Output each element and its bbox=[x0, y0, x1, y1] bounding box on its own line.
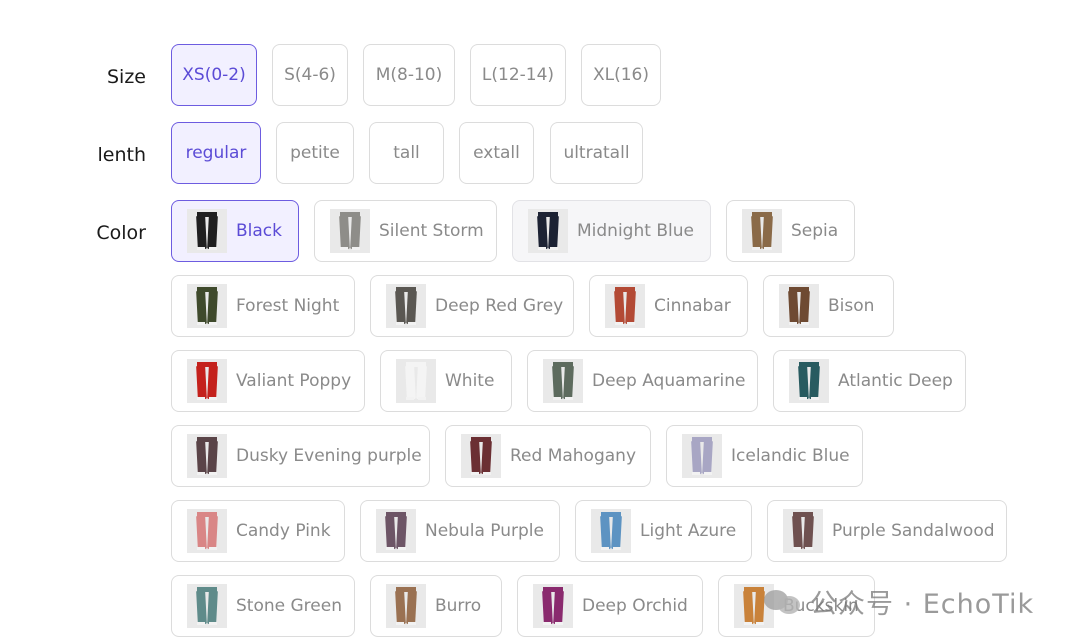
color-swatch-thumbnail bbox=[187, 434, 227, 478]
color-option-cinnabar[interactable]: Cinnabar bbox=[589, 275, 748, 337]
size-option-xs-0-2[interactable]: XS(0-2) bbox=[171, 44, 257, 106]
color-option-purple-sandalwood[interactable]: Purple Sandalwood bbox=[767, 500, 1007, 562]
color-swatch-thumbnail bbox=[789, 359, 829, 403]
color-option-silent-storm[interactable]: Silent Storm bbox=[314, 200, 497, 262]
color-option-deep-orchid[interactable]: Deep Orchid bbox=[517, 575, 703, 637]
color-option-dusky-evening-purple[interactable]: Dusky Evening purple bbox=[171, 425, 430, 487]
size-option-label: L(12-14) bbox=[481, 65, 555, 85]
color-option-label: Deep Red Grey bbox=[435, 296, 564, 316]
color-option-deep-red-grey[interactable]: Deep Red Grey bbox=[370, 275, 574, 337]
color-option-label: Candy Pink bbox=[236, 521, 331, 541]
color-swatch-thumbnail bbox=[779, 284, 819, 328]
color-option-label: Light Azure bbox=[640, 521, 737, 541]
color-option-label: Forest Night bbox=[236, 296, 340, 316]
color-option-valiant-poppy[interactable]: Valiant Poppy bbox=[171, 350, 365, 412]
size-option-label: M(8-10) bbox=[375, 65, 443, 85]
color-option-label: Midnight Blue bbox=[577, 221, 694, 241]
length-option-label: ultratall bbox=[563, 143, 630, 163]
color-label: Color bbox=[96, 222, 146, 244]
color-swatch-thumbnail bbox=[742, 209, 782, 253]
color-option-label: Bison bbox=[828, 296, 875, 316]
color-option-label: Icelandic Blue bbox=[731, 446, 850, 466]
color-option-black[interactable]: Black bbox=[171, 200, 299, 262]
size-option-m-8-10[interactable]: M(8-10) bbox=[363, 44, 455, 106]
color-swatch-thumbnail bbox=[591, 509, 631, 553]
color-option-label: Black bbox=[236, 221, 282, 241]
size-option-label: XS(0-2) bbox=[182, 65, 246, 85]
color-option-label: Deep Orchid bbox=[582, 596, 688, 616]
color-swatch-thumbnail bbox=[187, 209, 227, 253]
color-option-forest-night[interactable]: Forest Night bbox=[171, 275, 355, 337]
color-swatch-thumbnail bbox=[376, 509, 416, 553]
size-option-l-12-14[interactable]: L(12-14) bbox=[470, 44, 566, 106]
length-option-petite[interactable]: petite bbox=[276, 122, 354, 184]
color-swatch-thumbnail bbox=[461, 434, 501, 478]
color-option-nebula-purple[interactable]: Nebula Purple bbox=[360, 500, 560, 562]
color-option-label: Purple Sandalwood bbox=[832, 521, 995, 541]
size-option-label: S(4-6) bbox=[284, 65, 336, 85]
color-swatch-thumbnail bbox=[682, 434, 722, 478]
color-option-atlantic-deep[interactable]: Atlantic Deep bbox=[773, 350, 966, 412]
length-option-tall[interactable]: tall bbox=[369, 122, 444, 184]
color-swatch-thumbnail bbox=[330, 209, 370, 253]
watermark: 公众号 · EchoTik bbox=[764, 582, 1034, 620]
color-option-label: Silent Storm bbox=[379, 221, 484, 241]
size-label: Size bbox=[106, 66, 146, 88]
length-label: lenth bbox=[97, 144, 146, 166]
size-option-label: XL(16) bbox=[592, 65, 649, 85]
color-option-midnight-blue[interactable]: Midnight Blue bbox=[512, 200, 711, 262]
color-swatch-thumbnail bbox=[533, 584, 573, 628]
color-swatch-thumbnail bbox=[783, 509, 823, 553]
color-option-label: Dusky Evening purple bbox=[236, 446, 422, 466]
length-option-extall[interactable]: extall bbox=[459, 122, 534, 184]
length-option-label: tall bbox=[393, 143, 420, 163]
color-option-light-azure[interactable]: Light Azure bbox=[575, 500, 752, 562]
size-option-s-4-6[interactable]: S(4-6) bbox=[272, 44, 348, 106]
color-swatch-thumbnail bbox=[187, 584, 227, 628]
color-option-burro[interactable]: Burro bbox=[370, 575, 502, 637]
color-swatch-thumbnail bbox=[396, 359, 436, 403]
color-swatch-thumbnail bbox=[543, 359, 583, 403]
length-option-label: regular bbox=[185, 143, 247, 163]
color-option-label: Atlantic Deep bbox=[838, 371, 953, 391]
color-option-deep-aquamarine[interactable]: Deep Aquamarine bbox=[527, 350, 758, 412]
color-option-label: Valiant Poppy bbox=[236, 371, 352, 391]
size-option-xl-16[interactable]: XL(16) bbox=[581, 44, 661, 106]
length-option-label: extall bbox=[473, 143, 520, 163]
color-swatch-thumbnail bbox=[605, 284, 645, 328]
color-option-sepia[interactable]: Sepia bbox=[726, 200, 855, 262]
color-swatch-thumbnail bbox=[187, 509, 227, 553]
color-swatch-thumbnail bbox=[187, 359, 227, 403]
color-option-label: Burro bbox=[435, 596, 482, 616]
color-swatch-thumbnail bbox=[386, 284, 426, 328]
color-option-candy-pink[interactable]: Candy Pink bbox=[171, 500, 345, 562]
color-option-label: Cinnabar bbox=[654, 296, 731, 316]
watermark-text: 公众号 · EchoTik bbox=[810, 588, 1035, 620]
color-option-stone-green[interactable]: Stone Green bbox=[171, 575, 355, 637]
color-option-label: Red Mahogany bbox=[510, 446, 637, 466]
color-swatch-thumbnail bbox=[187, 284, 227, 328]
wechat-icon bbox=[764, 586, 802, 616]
color-swatch-thumbnail bbox=[386, 584, 426, 628]
color-option-label: White bbox=[445, 371, 495, 391]
color-option-label: Nebula Purple bbox=[425, 521, 544, 541]
color-option-label: Stone Green bbox=[236, 596, 342, 616]
color-swatch-thumbnail bbox=[528, 209, 568, 253]
color-option-white[interactable]: White bbox=[380, 350, 512, 412]
color-option-label: Deep Aquamarine bbox=[592, 371, 746, 391]
color-option-label: Sepia bbox=[791, 221, 839, 241]
color-option-icelandic-blue[interactable]: Icelandic Blue bbox=[666, 425, 863, 487]
length-option-ultratall[interactable]: ultratall bbox=[550, 122, 643, 184]
length-option-regular[interactable]: regular bbox=[171, 122, 261, 184]
length-option-label: petite bbox=[290, 143, 340, 163]
color-option-red-mahogany[interactable]: Red Mahogany bbox=[445, 425, 651, 487]
color-option-bison[interactable]: Bison bbox=[763, 275, 894, 337]
